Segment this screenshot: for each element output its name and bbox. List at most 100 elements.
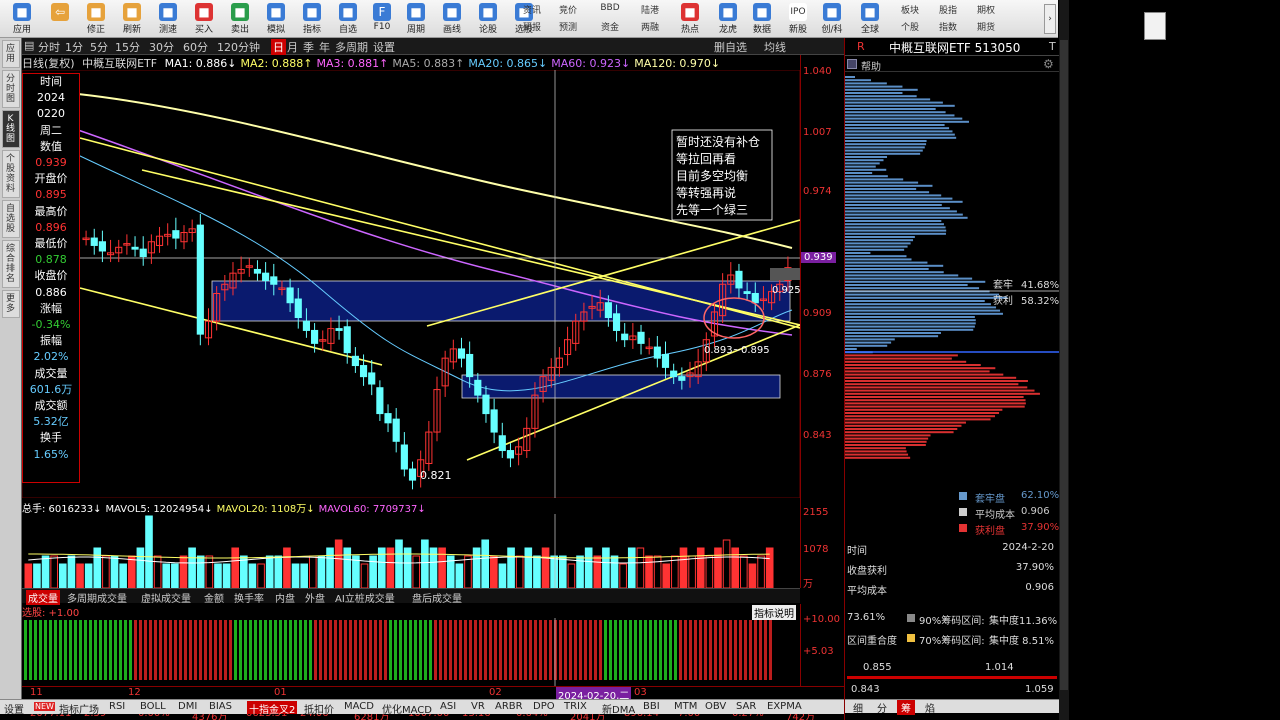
toolbar-discuss-button[interactable]: ■ 论股 (470, 2, 506, 36)
indicator-tab[interactable]: BIAS (209, 701, 232, 712)
toolbar-period-button[interactable]: ■ 周期 (398, 2, 434, 36)
volume-tab[interactable]: 成交量 (26, 590, 60, 605)
vtab-0[interactable]: 应用 (1, 40, 20, 68)
toolbar-up-arrow-button[interactable]: ■ 修正 (78, 2, 114, 36)
period-分时[interactable]: 分时 (38, 39, 60, 55)
toolbar-dragon-button[interactable]: ■ 龙虎 (710, 2, 746, 36)
vtab-3[interactable]: 个股资料 (1, 150, 20, 198)
desktop-file-icon[interactable] (1144, 12, 1166, 40)
toolbar-small-bottom[interactable]: 两融 (634, 20, 666, 33)
indicator-tab[interactable]: DPO (533, 701, 555, 712)
toolbar-small-top[interactable]: 板块 (894, 3, 926, 16)
volume-tab[interactable]: 金额 (204, 590, 224, 605)
toolbar-small-top[interactable]: 期权 (970, 3, 1002, 16)
period-多周期[interactable]: 多周期 (335, 39, 368, 55)
toolbar-buy-button[interactable]: ■ 买入 (186, 2, 222, 36)
toolbar-small-bottom[interactable]: 期货 (970, 20, 1002, 33)
help-icon[interactable] (847, 59, 857, 69)
toolbar-draw-line-button[interactable]: ■ 画线 (434, 2, 470, 36)
new-badge[interactable]: NEW (34, 702, 55, 711)
indicator-tab[interactable]: DMI (178, 701, 197, 712)
panel-tab[interactable]: 细 (849, 700, 867, 715)
period-120分钟[interactable]: 120分钟 (217, 39, 260, 55)
t-label[interactable]: T (1049, 40, 1056, 53)
vtab-1[interactable]: 分时图 (1, 70, 20, 108)
toolbar-small-top[interactable]: BBD (594, 3, 626, 13)
toolbar-speed-button[interactable]: ■ 测速 (150, 2, 186, 36)
indicator-tab[interactable]: EXPMA (767, 701, 802, 712)
period-menu-icon[interactable]: ▤ (24, 39, 34, 52)
indicator-tab[interactable]: ASI (440, 701, 456, 712)
toolbar-indicator-button[interactable]: ■ 指标 (294, 2, 330, 36)
toolbar-small-bottom[interactable]: 指数 (932, 20, 964, 33)
period-设置[interactable]: 设置 (373, 39, 395, 55)
window-scrollbar[interactable] (1059, 0, 1069, 720)
toolbar-small-top[interactable]: 陆港 (634, 3, 666, 16)
volume-tab[interactable]: 虚拟成交量 (141, 590, 191, 605)
volume-tab[interactable]: 换手率 (234, 590, 264, 605)
period-5分[interactable]: 5分 (90, 39, 108, 55)
toolbar-simulate-button[interactable]: ■ 模拟 (258, 2, 294, 36)
panel-tab[interactable]: 焰 (921, 700, 939, 715)
scrollbar-thumb[interactable] (1060, 40, 1068, 690)
period-30分[interactable]: 30分 (149, 39, 174, 55)
period-15分[interactable]: 15分 (115, 39, 140, 55)
toolbar-f10-button[interactable]: F F10 (364, 2, 400, 36)
period-日[interactable]: 日 (271, 39, 286, 55)
volume-tab[interactable]: 外盘 (305, 590, 325, 605)
settings-gear-icon[interactable]: ⚙ (1043, 57, 1054, 71)
toolbar-small-bottom[interactable]: 个股 (894, 20, 926, 33)
period-年[interactable]: 年 (319, 39, 330, 55)
panel-tab[interactable]: 筹 (897, 700, 915, 715)
toolbar-plus-button[interactable]: ■ 自选 (330, 2, 366, 36)
toolbar-chart-button[interactable]: ■ 创/科 (814, 2, 850, 36)
vtab-4[interactable]: 自选股 (1, 200, 20, 238)
period-right-均线[interactable]: 均线 (764, 39, 786, 55)
volume-tab[interactable]: 内盘 (275, 590, 295, 605)
candlestick-chart[interactable]: 0.821 0.925 0.893~0.895 暂时还没有补仓等拉回再看目前多空均衡等… (22, 70, 800, 498)
indicator-chart[interactable] (22, 618, 800, 686)
indicator-tab[interactable]: MTM (674, 701, 697, 712)
indicator-tab[interactable]: VR (471, 701, 485, 712)
toolbar-apps-button[interactable]: ■ 应用 (4, 2, 40, 36)
toolbar-small-bottom[interactable]: 预测 (552, 20, 584, 33)
indicator-tab[interactable]: RSI (109, 701, 125, 712)
toolbar-sell-button[interactable]: ■ 卖出 (222, 2, 258, 36)
toolbar-small-top[interactable]: 竞价 (552, 3, 584, 16)
indicator-tab[interactable]: BBI (643, 701, 660, 712)
indicator-tab[interactable]: SAR (736, 701, 756, 712)
period-月[interactable]: 月 (287, 39, 298, 55)
toolbar-small-bottom[interactable]: 研报 (516, 20, 548, 33)
volume-tab[interactable]: 盘后成交量 (412, 590, 462, 605)
toolbar-small-top[interactable]: 股指 (932, 3, 964, 16)
vtab-6[interactable]: 更多 (1, 290, 20, 318)
chip-bar (845, 108, 936, 110)
toolbar-data-button[interactable]: ■ 数据 (744, 2, 780, 36)
period-right-删自选[interactable]: 删自选 (714, 39, 747, 55)
period-60分[interactable]: 60分 (183, 39, 208, 55)
toolbar-back-arrow-button[interactable]: ⇦ (42, 2, 78, 36)
help-label[interactable]: 帮助 (861, 58, 881, 73)
toolbar-scroll-right-button[interactable]: › (1044, 4, 1056, 34)
volume-tab[interactable]: AI立桩成交量 (335, 590, 395, 605)
volume-tab[interactable]: 多周期成交量 (67, 590, 127, 605)
period-季[interactable]: 季 (303, 39, 314, 55)
r-label[interactable]: R (857, 40, 865, 53)
indicator-tab[interactable]: ARBR (495, 701, 523, 712)
toolbar-small-top[interactable]: 资讯 (516, 3, 548, 16)
indicator-tab[interactable]: TRIX (564, 701, 587, 712)
indicator-tab[interactable]: BOLL (140, 701, 166, 712)
volume-chart[interactable] (22, 514, 800, 588)
toolbar-refresh-button[interactable]: ■ 刷新 (114, 2, 150, 36)
toolbar-small-bottom[interactable]: 资金 (594, 20, 626, 33)
vtab-5[interactable]: 综合排名 (1, 240, 20, 288)
vtab-2[interactable]: K线图 (1, 110, 20, 148)
toolbar-globe-button[interactable]: ■ 全球 (852, 2, 888, 36)
toolbar-hot-button[interactable]: ■ 热点 (672, 2, 708, 36)
toolbar-ipo-button[interactable]: IPO 新股 (780, 2, 816, 36)
indicator-tab[interactable]: MACD (344, 701, 374, 712)
indicator-tab[interactable]: OBV (705, 701, 726, 712)
panel-tab[interactable]: 分 (873, 700, 891, 715)
period-1分[interactable]: 1分 (65, 39, 83, 55)
indicator-help-button[interactable]: 指标说明 (752, 605, 796, 620)
